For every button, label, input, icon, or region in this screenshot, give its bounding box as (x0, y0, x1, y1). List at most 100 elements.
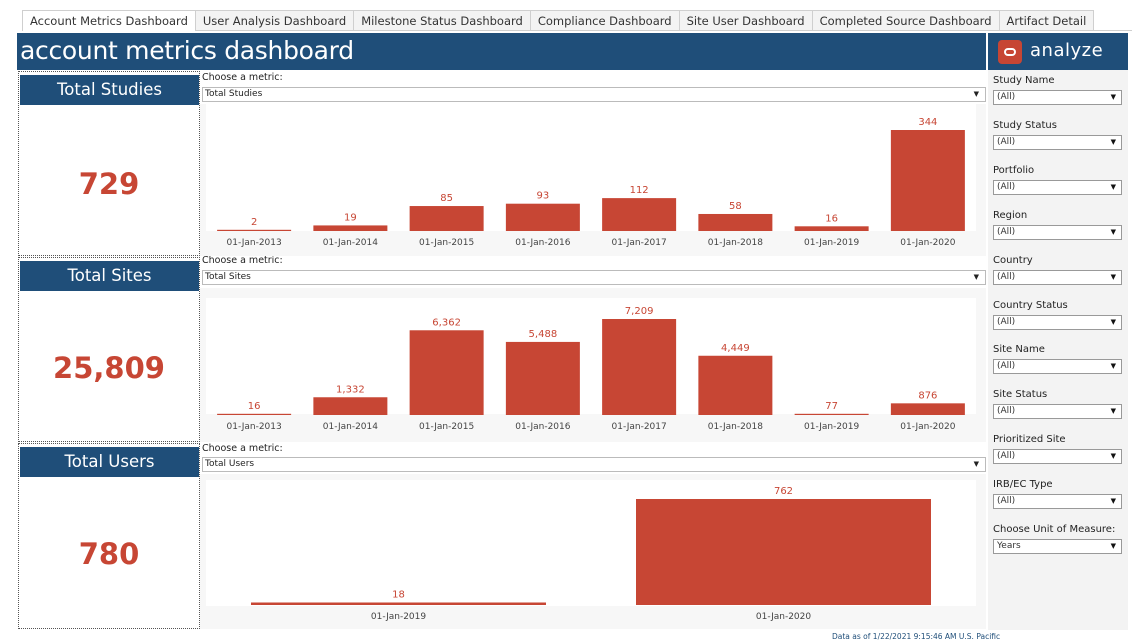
tab-account-metrics[interactable]: Account Metrics Dashboard (22, 10, 196, 31)
x-tick-label: 01-Jan-2019 (804, 238, 860, 248)
metric-select-studies[interactable]: Total Studies ▼ (202, 87, 986, 102)
x-tick-label: 01-Jan-2017 (612, 238, 667, 248)
chevron-down-icon: ▼ (1110, 452, 1116, 461)
chart-area-sites: 16 01-Jan-2013 1,332 01-Jan-2014 6,362 01-Jan… (200, 288, 986, 442)
tab-site-user[interactable]: Site User Dashboard (679, 10, 813, 30)
bar-01-Jan-2015[interactable] (409, 206, 484, 231)
filter-select-choose-unit-of-measure[interactable]: Years ▼ (993, 539, 1122, 554)
bar-01-Jan-2019[interactable] (794, 413, 869, 415)
filter-label-irb-ec-type: IRB/EC Type (993, 479, 1053, 491)
bar-01-Jan-2013[interactable] (217, 413, 292, 415)
filter-select-site-name[interactable]: (All) ▼ (993, 359, 1122, 375)
filter-select-country[interactable]: (All) ▼ (993, 269, 1122, 285)
filter-label-portfolio: Portfolio (993, 164, 1035, 176)
chevron-down-icon: ▼ (973, 460, 979, 468)
bar-01-Jan-2018[interactable] (698, 213, 773, 231)
x-tick-label: 01-Jan-2016 (515, 422, 571, 432)
tab-compliance[interactable]: Compliance Dashboard (530, 10, 680, 30)
x-tick-label: 01-Jan-2013 (227, 422, 282, 432)
dashboard-header: account metrics dashboard (17, 33, 986, 70)
filter-select-irb-ec-type[interactable]: (All) ▼ (993, 494, 1122, 510)
chevron-down-icon: ▼ (1110, 542, 1116, 550)
kpi-users-value: 780 (78, 537, 140, 571)
filter-value: (All) (997, 316, 1016, 327)
filter-value: (All) (997, 181, 1016, 192)
bar-01-Jan-2017[interactable] (602, 198, 677, 231)
tab-artifact-detail[interactable]: Artifact Detail (999, 10, 1095, 30)
chevron-down-icon: ▼ (973, 273, 979, 281)
bar-01-Jan-2019[interactable] (251, 602, 546, 605)
bar-01-Jan-2017[interactable] (602, 319, 677, 415)
chevron-down-icon: ▼ (973, 90, 979, 98)
bar-value-label: 58 (729, 201, 742, 212)
bar-value-label: 2 (251, 217, 257, 228)
x-tick-label: 01-Jan-2018 (708, 422, 764, 432)
x-tick-label: 01-Jan-2014 (323, 238, 379, 248)
dashboard-tab-bar: Account Metrics Dashboard User Analysis … (22, 10, 1132, 31)
tab-completed-source[interactable]: Completed Source Dashboard (812, 10, 1000, 30)
bar-value-label: 112 (630, 185, 649, 196)
metric-select-users-value: Total Users (205, 459, 255, 469)
bar-01-Jan-2020[interactable] (890, 403, 965, 415)
bar-01-Jan-2016[interactable] (505, 341, 580, 415)
filter-select-prioritized-site[interactable]: (All) ▼ (993, 449, 1122, 465)
kpi-sites-value: 25,809 (53, 351, 165, 385)
bar-01-Jan-2018[interactable] (698, 355, 773, 415)
kpi-studies-value: 729 (78, 167, 140, 201)
metric-selector-label-users: Choose a metric: (202, 443, 283, 454)
bar-value-label: 16 (825, 213, 838, 224)
filter-select-portfolio[interactable]: (All) ▼ (993, 179, 1122, 195)
metric-select-sites[interactable]: Total Sites ▼ (202, 270, 986, 285)
bar-value-label: 16 (248, 401, 261, 412)
bar-01-Jan-2014[interactable] (313, 397, 388, 415)
filter-label-site-status: Site Status (993, 389, 1048, 401)
filter-value: Years (997, 541, 1021, 551)
filter-label-prioritized-site: Prioritized Site (993, 434, 1066, 446)
filter-value: (All) (997, 226, 1016, 237)
filter-select-country-status[interactable]: (All) ▼ (993, 314, 1122, 330)
chevron-down-icon: ▼ (1110, 227, 1116, 236)
x-tick-label: 01-Jan-2019 (371, 612, 427, 622)
bar-01-Jan-2014[interactable] (313, 225, 388, 231)
filter-label-choose-unit-of-measure: Choose Unit of Measure: (993, 524, 1116, 535)
bar-01-Jan-2020[interactable] (636, 499, 931, 605)
data-timestamp-note: Data as of 1/22/2021 9:15:46 AM U.S. Pac… (832, 632, 1001, 641)
filter-select-study-status[interactable]: (All) ▼ (993, 134, 1122, 150)
bar-01-Jan-2020[interactable] (890, 130, 965, 231)
bar-01-Jan-2016[interactable] (505, 203, 580, 231)
bar-value-label: 93 (537, 191, 550, 202)
bar-chart-users: 18 01-Jan-2019 762 01-Jan-2020 (251, 486, 931, 622)
chevron-down-icon: ▼ (1110, 137, 1116, 146)
bar-value-label: 4,449 (721, 343, 750, 354)
x-tick-label: 01-Jan-2020 (900, 238, 956, 248)
bar-value-label: 344 (918, 117, 937, 128)
chevron-down-icon: ▼ (1110, 272, 1116, 281)
filter-label-study-status: Study Status (993, 119, 1057, 131)
x-tick-label: 01-Jan-2016 (515, 238, 571, 248)
bar-01-Jan-2013[interactable] (217, 229, 292, 231)
x-tick-label: 01-Jan-2015 (419, 422, 474, 432)
x-tick-label: 01-Jan-2020 (756, 612, 812, 622)
filter-select-region[interactable]: (All) ▼ (993, 224, 1122, 240)
kpi-users-label: Total Users (20, 447, 199, 477)
brand-name: analyze (1030, 40, 1104, 61)
tab-user-analysis[interactable]: User Analysis Dashboard (195, 10, 355, 30)
chevron-down-icon: ▼ (1110, 317, 1116, 326)
filter-select-site-status[interactable]: (All) ▼ (993, 404, 1122, 420)
kpi-total-sites: Total Sites 25,809 (18, 257, 200, 442)
tab-milestone-status[interactable]: Milestone Status Dashboard (354, 10, 531, 30)
bar-01-Jan-2019[interactable] (794, 226, 869, 231)
kpi-total-studies: Total Studies 729 (18, 71, 200, 256)
metric-select-users[interactable]: Total Users ▼ (202, 457, 986, 472)
metric-select-studies-value: Total Studies (205, 89, 263, 99)
bar-01-Jan-2015[interactable] (409, 330, 484, 415)
bar-chart-studies: 2 01-Jan-2013 19 01-Jan-2014 85 01-Jan-2015 93… (217, 117, 965, 248)
filter-label-country-status: Country Status (993, 299, 1068, 311)
bar-value-label: 19 (344, 212, 357, 223)
bar-value-label: 18 (392, 589, 405, 600)
x-tick-label: 01-Jan-2020 (900, 422, 956, 432)
filter-value: (All) (997, 136, 1016, 147)
chevron-down-icon: ▼ (1110, 497, 1116, 506)
filter-select-study-name[interactable]: (All) ▼ (993, 90, 1122, 105)
bar-value-label: 7,209 (625, 306, 654, 317)
